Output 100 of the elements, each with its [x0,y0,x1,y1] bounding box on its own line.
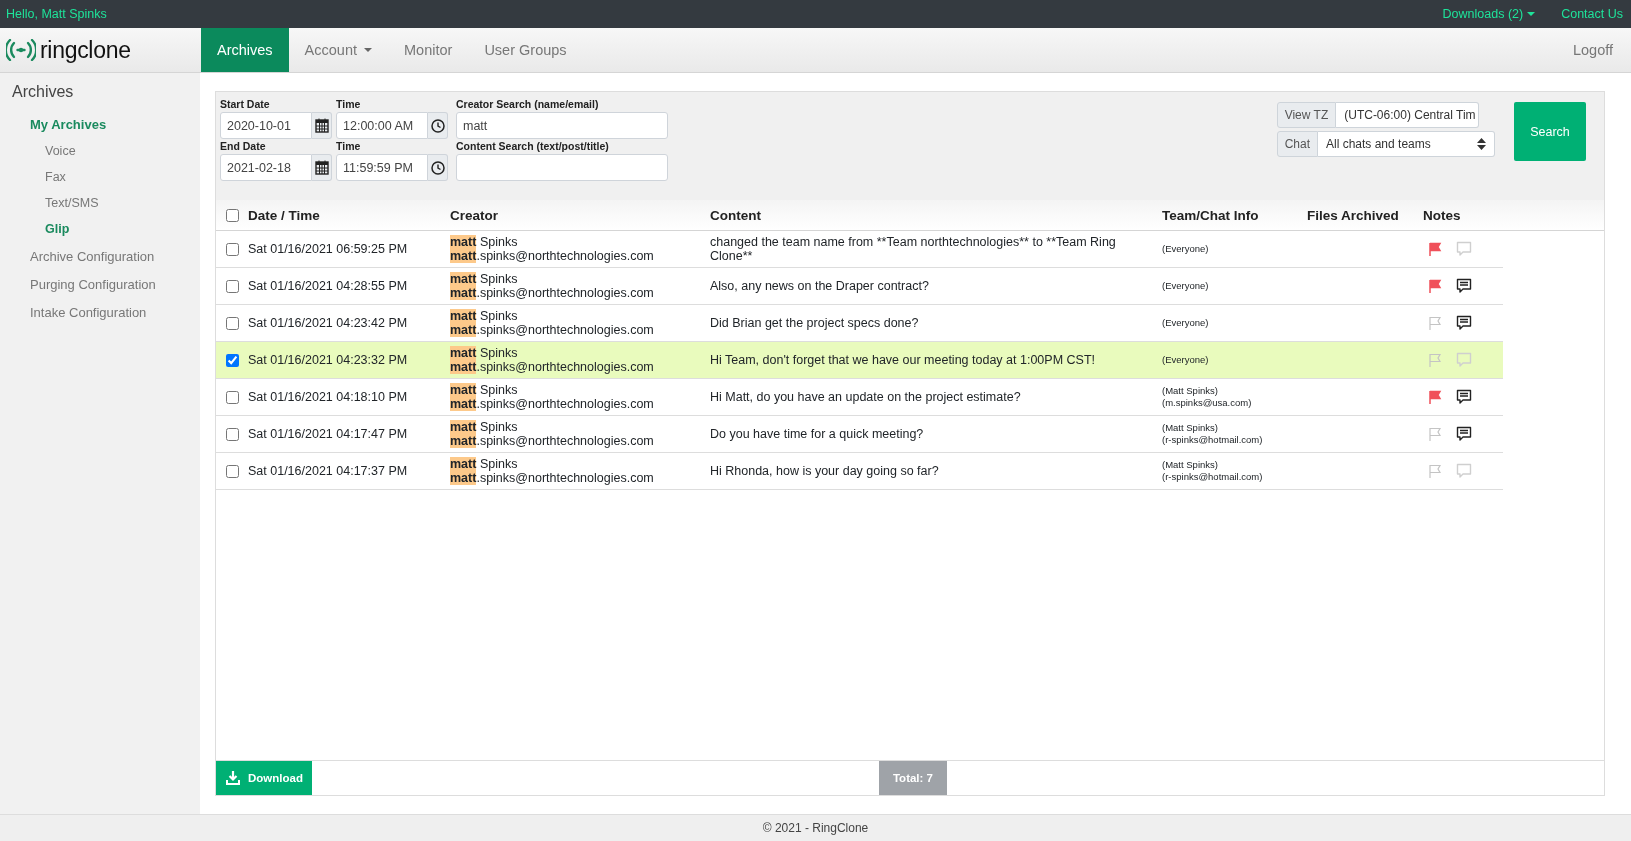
nav-tab[interactable]: Monitor [388,28,469,72]
comment-icon[interactable] [1456,278,1472,294]
timezone-select[interactable]: (UTC-06:00) Central Tim [1336,102,1480,128]
creator-search-field[interactable]: matt [456,112,668,139]
team-info: (r-spinks@hotmail.com) [1162,434,1264,446]
footer-text: © 2021 - RingClone [762,821,869,835]
signal-logo-icon [6,39,36,61]
chat-select[interactable]: All chats and teams [1318,131,1495,157]
row-checkbox[interactable] [225,427,239,441]
search-button[interactable]: Search [1514,102,1586,161]
column-header: Files Archived [1307,207,1400,223]
row-checkbox[interactable] [225,390,239,404]
team-info: (Everyone) [1162,317,1210,329]
table-cell-text: Do you have time for a quick meeting? [710,427,925,441]
creator-name: matt Spinks [450,420,519,434]
team-info: (Matt Spinks) [1162,459,1219,471]
clock-icon[interactable] [428,112,448,139]
creator-name: matt Spinks [450,272,519,286]
creator-email: matt.spinks@northtechnologies.com [450,286,655,300]
comment-icon[interactable] [1456,426,1472,442]
creator-email: matt.spinks@northtechnologies.com [450,249,655,263]
sidebar-item[interactable]: Purging Configuration [12,271,200,299]
select-label: View TZ [1276,102,1337,128]
clock-icon[interactable] [428,154,448,181]
row-checkbox[interactable] [225,316,239,330]
creator-name: matt Spinks [450,235,519,249]
sidebar-item[interactable]: My Archives [12,111,200,139]
comment-icon[interactable] [1456,389,1472,405]
table-cell-text: Sat 01/16/2021 04:18:10 PM [248,390,409,404]
field-label: Creator Search (name/email) [456,98,600,110]
team-info: (r-spinks@hotmail.com) [1162,471,1264,483]
table-cell-text: Sat 01/16/2021 04:28:55 PM [248,279,409,293]
comment-icon[interactable] [1456,315,1472,331]
top-link[interactable]: Downloads (2) [1442,7,1536,21]
table-cell-text: Hi Rhonda, how is your day going so far? [710,464,940,478]
date-field[interactable]: 2020-10-01 [220,112,312,139]
time-field[interactable]: 12:00:00 AM [336,112,428,139]
time-field[interactable]: 11:59:59 PM [336,154,428,181]
column-header: Content [710,207,762,223]
table-cell-text: Sat 01/16/2021 06:59:25 PM [248,242,409,256]
field-label: Content Search (text/post/title) [456,140,610,152]
team-info: (Everyone) [1162,243,1210,255]
table-cell-text: Also, any news on the Draper contract? [710,279,930,293]
column-header: Notes [1423,207,1462,223]
sidebar-item[interactable]: Archive Configuration [12,243,200,271]
sidebar-title: Archives [12,83,75,101]
table-cell-text: Hi Matt, do you have an update on the project estimate? [710,390,1022,404]
content-search-field[interactable] [456,154,668,181]
creator-name: matt Spinks [450,346,519,360]
total-badge: Total: 7 [878,761,947,795]
sidebar-subitem[interactable]: Voice [12,139,200,165]
select-label: Chat [1276,131,1318,157]
sidebar-subitem[interactable]: Text/SMS [12,191,200,217]
table-cell-text: changed the team name from **Team northtechnologies** to **Team Ring Clone** [710,235,1117,263]
creator-email: matt.spinks@northtechnologies.com [450,471,655,485]
calendar-icon[interactable] [312,112,332,139]
date-field[interactable]: 2021-02-18 [220,154,312,181]
table-cell-text: Sat 01/16/2021 04:23:32 PM [248,353,409,367]
flag-icon[interactable] [1428,279,1442,293]
sidebar-item[interactable]: Intake Configuration [12,299,200,327]
creator-email: matt.spinks@northtechnologies.com [450,397,655,411]
creator-email: matt.spinks@northtechnologies.com [450,323,655,337]
column-header: Creator [450,207,499,223]
creator-email: matt.spinks@northtechnologies.com [450,434,655,448]
field-label: Time [336,140,362,152]
creator-name: matt Spinks [450,457,519,471]
table-cell-text: Did Brian get the project specs done? [710,316,920,330]
field-label: Start Date [220,98,271,110]
team-info: (Everyone) [1162,354,1210,366]
sort-arrows-icon [1477,138,1486,150]
download-button[interactable]: Download [216,761,312,795]
column-header: Team/Chat Info [1162,207,1260,223]
sidebar-subitem[interactable]: Fax [12,165,200,191]
sidebar-subitem[interactable]: Glip [12,217,200,243]
column-header: Date / Time [248,207,321,223]
flag-icon[interactable] [1428,242,1442,256]
team-info: (m.spinks@usa.com) [1162,397,1253,409]
nav-tab[interactable]: Account [288,28,388,72]
row-checkbox[interactable] [225,464,239,478]
select-all-checkbox[interactable] [225,208,239,222]
table-cell-text: Sat 01/16/2021 04:17:47 PM [248,427,409,441]
row-checkbox[interactable] [225,353,239,367]
table-cell-text: Hi Team, don't forget that we have our meeting today at 1:00PM CST! [710,353,1096,367]
flag-icon[interactable] [1428,390,1442,404]
team-info: (Matt Spinks) [1162,385,1219,397]
field-label: Time [336,98,362,110]
greeting: Hello, Matt Spinks [6,7,107,21]
nav-tab[interactable]: Archives [201,28,289,72]
calendar-icon[interactable] [312,154,332,181]
nav-tab[interactable]: User Groups [468,28,583,72]
logo-text: ringclone [40,36,131,64]
field-label: End Date [220,140,267,152]
download-icon [225,770,241,786]
top-link[interactable]: Contact Us [1561,7,1623,21]
team-info: (Everyone) [1162,280,1210,292]
row-checkbox[interactable] [225,279,239,293]
team-info: (Matt Spinks) [1162,422,1219,434]
logoff-link[interactable]: Logoff [1572,28,1631,72]
row-checkbox[interactable] [225,242,239,256]
creator-name: matt Spinks [450,309,519,323]
